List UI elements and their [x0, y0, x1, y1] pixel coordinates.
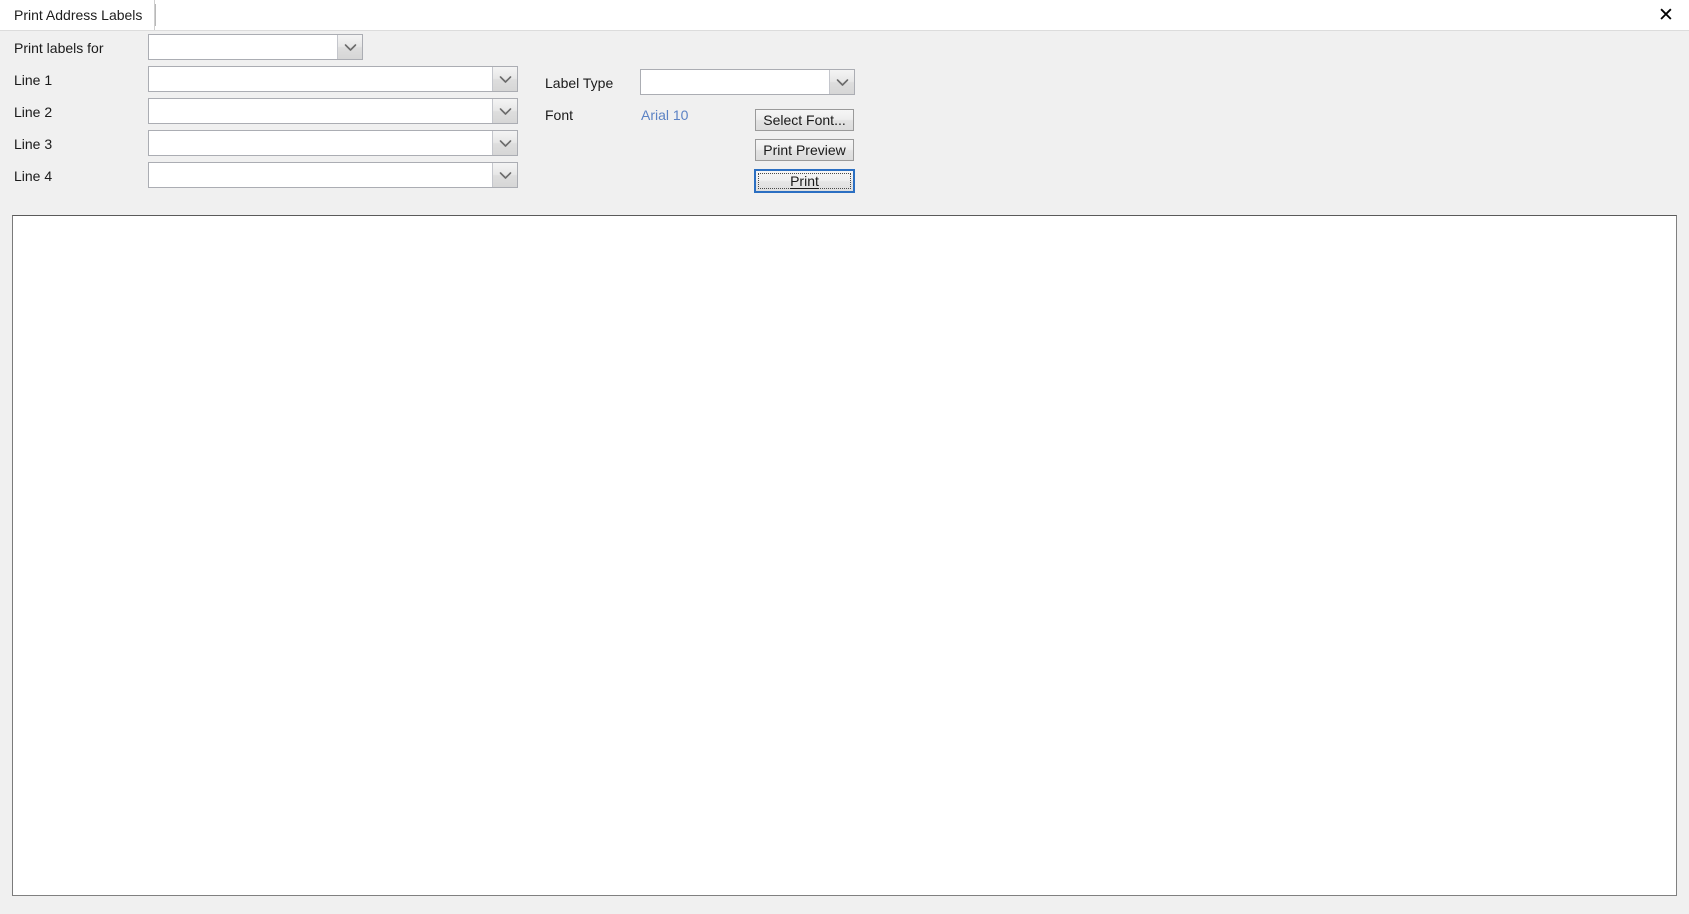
line-2-label: Line 2 — [14, 104, 53, 120]
label-type-label: Label Type — [545, 75, 614, 91]
select-font-button[interactable]: Select Font... — [755, 109, 854, 131]
print-address-labels-window: Print Address Labels ✕ Print labels for … — [0, 0, 1689, 914]
label-type-input[interactable] — [641, 70, 829, 94]
tab-strip: Print Address Labels ✕ — [0, 0, 1689, 30]
chevron-down-icon[interactable] — [492, 67, 517, 91]
line-3-combobox[interactable] — [148, 130, 518, 156]
right-margin-strip — [1677, 212, 1689, 914]
line-3-input[interactable] — [149, 131, 492, 155]
line-4-label: Line 4 — [14, 168, 53, 184]
label-settings-panel: Print labels for Line 1 Line 2 Line 3 Li… — [0, 30, 1689, 212]
chevron-down-icon[interactable] — [492, 163, 517, 187]
line-3-label: Line 3 — [14, 136, 53, 152]
chevron-down-icon[interactable] — [337, 35, 362, 59]
line-1-combobox[interactable] — [148, 66, 518, 92]
font-label: Font — [545, 107, 574, 123]
tab-label: Print Address Labels — [14, 7, 143, 23]
tab-strip-background — [0, 0, 1689, 30]
line-1-input[interactable] — [149, 67, 492, 91]
tab-print-address-labels[interactable]: Print Address Labels — [0, 0, 156, 30]
line-2-input[interactable] — [149, 99, 492, 123]
label-preview-area[interactable] — [12, 215, 1677, 896]
select-font-button-label: Select Font... — [763, 112, 846, 128]
bottom-margin-strip — [0, 896, 1689, 914]
left-margin-strip — [0, 212, 12, 914]
print-labels-for-combobox[interactable] — [148, 34, 363, 60]
label-type-combobox[interactable] — [640, 69, 855, 95]
tab-divider — [155, 4, 157, 26]
print-labels-for-input[interactable] — [149, 35, 337, 59]
line-4-input[interactable] — [149, 163, 492, 187]
tab-list: Print Address Labels — [0, 0, 157, 30]
line-2-combobox[interactable] — [148, 98, 518, 124]
line-1-label: Line 1 — [14, 72, 53, 88]
line-4-combobox[interactable] — [148, 162, 518, 188]
font-value: Arial 10 — [641, 107, 689, 123]
chevron-down-icon[interactable] — [492, 131, 517, 155]
chevron-down-icon[interactable] — [492, 99, 517, 123]
close-icon: ✕ — [1658, 3, 1674, 26]
close-window-button[interactable]: ✕ — [1651, 0, 1681, 30]
print-button-label: Print — [790, 173, 819, 189]
print-preview-button-label: Print Preview — [763, 142, 846, 158]
print-preview-button[interactable]: Print Preview — [755, 139, 854, 161]
chevron-down-icon[interactable] — [829, 70, 854, 94]
print-labels-for-label: Print labels for — [14, 40, 104, 56]
print-button[interactable]: Print — [754, 169, 855, 193]
